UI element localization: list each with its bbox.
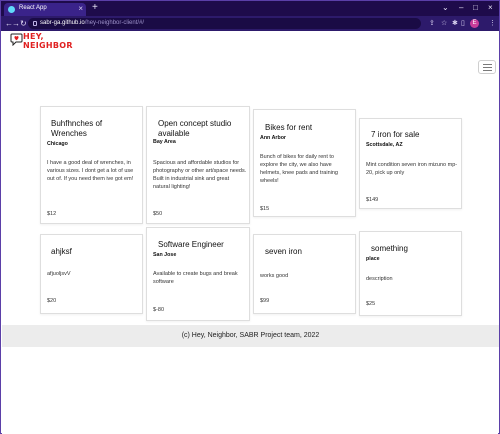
card-price: $99 bbox=[260, 298, 270, 304]
card-title: Buhfhnches of Wrenches bbox=[51, 119, 103, 138]
tab-title: React App bbox=[19, 5, 47, 11]
card-title: Open concept studio available bbox=[158, 119, 232, 138]
listing-card[interactable]: 7 iron for sale Scottsdale, AZ Mint cond… bbox=[359, 118, 462, 209]
more-menu-icon[interactable]: ⋮ bbox=[489, 18, 496, 29]
card-location: Chicago bbox=[47, 141, 68, 147]
card-price: $149 bbox=[366, 197, 379, 203]
card-title: 7 iron for sale bbox=[371, 130, 420, 139]
lock-icon bbox=[33, 21, 37, 26]
card-location: Bay Area bbox=[153, 139, 176, 145]
sidebar-icon[interactable]: ▯ bbox=[461, 18, 465, 29]
listing-card[interactable]: ahjksf afjuoljsvV $20 bbox=[40, 234, 143, 314]
card-price: $25 bbox=[366, 301, 376, 307]
heart-chat-icon bbox=[10, 33, 23, 46]
tab-react-app[interactable]: React App × bbox=[4, 3, 86, 16]
card-description: I have a good deal of wrenches, in vario… bbox=[47, 160, 134, 182]
tab-strip: React App × + ⌄ – □ × bbox=[1, 1, 499, 16]
card-description: Bunch of bikes for daily rent to explore… bbox=[260, 154, 338, 184]
card-description: afjuoljsvV bbox=[47, 271, 71, 277]
react-favicon-icon bbox=[8, 6, 15, 13]
forward-button[interactable]: → bbox=[12, 18, 20, 29]
profile-avatar[interactable]: E bbox=[470, 19, 479, 28]
extension-icon[interactable]: ✱ bbox=[452, 18, 458, 29]
browser-window: React App × + ⌄ – □ × ← → ↻ sabr-ga.gith… bbox=[0, 0, 500, 434]
card-title: seven iron bbox=[265, 247, 302, 256]
card-price: $12 bbox=[47, 211, 57, 217]
close-window-button[interactable]: × bbox=[488, 2, 493, 14]
page-footer: (c) Hey, Neighbor, SABR Project team, 20… bbox=[2, 325, 499, 347]
card-location: place bbox=[366, 256, 380, 262]
star-icon[interactable]: ☆ bbox=[441, 18, 447, 29]
listing-card[interactable]: Software Engineer San Jose Available to … bbox=[146, 227, 250, 321]
logo-text: HEY, NEIGHBOR bbox=[23, 32, 73, 50]
card-location: Ann Arbor bbox=[260, 135, 286, 141]
card-price: $15 bbox=[260, 206, 270, 212]
listing-card[interactable]: Bikes for rent Ann Arbor Bunch of bikes … bbox=[253, 109, 356, 217]
new-tab-button[interactable]: + bbox=[92, 2, 98, 14]
share-icon[interactable]: ⇪ bbox=[429, 18, 435, 29]
reload-button[interactable]: ↻ bbox=[20, 18, 27, 29]
listing-card[interactable]: seven iron works good $99 bbox=[253, 234, 356, 314]
footer-text: (c) Hey, Neighbor, SABR Project team, 20… bbox=[181, 332, 320, 339]
maximize-button[interactable]: □ bbox=[473, 2, 478, 14]
tab-close-icon[interactable]: × bbox=[78, 4, 83, 14]
card-location: Scottsdale, AZ bbox=[366, 142, 403, 148]
card-description: Spacious and affordable studios for phot… bbox=[153, 160, 247, 190]
card-description: Mint condition seven iron mizuno mp-20, … bbox=[366, 162, 458, 176]
listing-card[interactable]: something place description $25 bbox=[359, 231, 462, 316]
hamburger-menu-button[interactable] bbox=[478, 60, 496, 74]
card-description: description bbox=[366, 276, 393, 282]
card-title: Software Engineer bbox=[158, 240, 224, 249]
card-location: San Jose bbox=[153, 252, 177, 258]
card-title: ahjksf bbox=[51, 247, 72, 256]
card-price: $50 bbox=[153, 211, 163, 217]
tab-search-icon[interactable]: ⌄ bbox=[442, 2, 449, 14]
card-title: Bikes for rent bbox=[265, 123, 313, 132]
card-description: works good bbox=[260, 273, 289, 279]
listing-card[interactable]: Buhfhnches of Wrenches Chicago I have a … bbox=[40, 106, 143, 224]
card-price: $-80 bbox=[153, 307, 165, 313]
url-text: sabr-ga.github.io/hey-neighbor-client/#/ bbox=[40, 20, 145, 26]
listing-card[interactable]: Open concept studio available Bay Area S… bbox=[146, 106, 250, 224]
card-title: something bbox=[371, 244, 408, 253]
card-description: Available to create bugs and break softw… bbox=[153, 271, 238, 285]
hey-neighbor-logo[interactable]: HEY, NEIGHBOR bbox=[10, 32, 80, 52]
browser-toolbar: ← → ↻ sabr-ga.github.io/hey-neighbor-cli… bbox=[1, 16, 499, 31]
minimize-button[interactable]: – bbox=[459, 2, 463, 14]
card-price: $20 bbox=[47, 298, 57, 304]
address-bar[interactable]: sabr-ga.github.io/hey-neighbor-client/#/ bbox=[28, 18, 421, 29]
